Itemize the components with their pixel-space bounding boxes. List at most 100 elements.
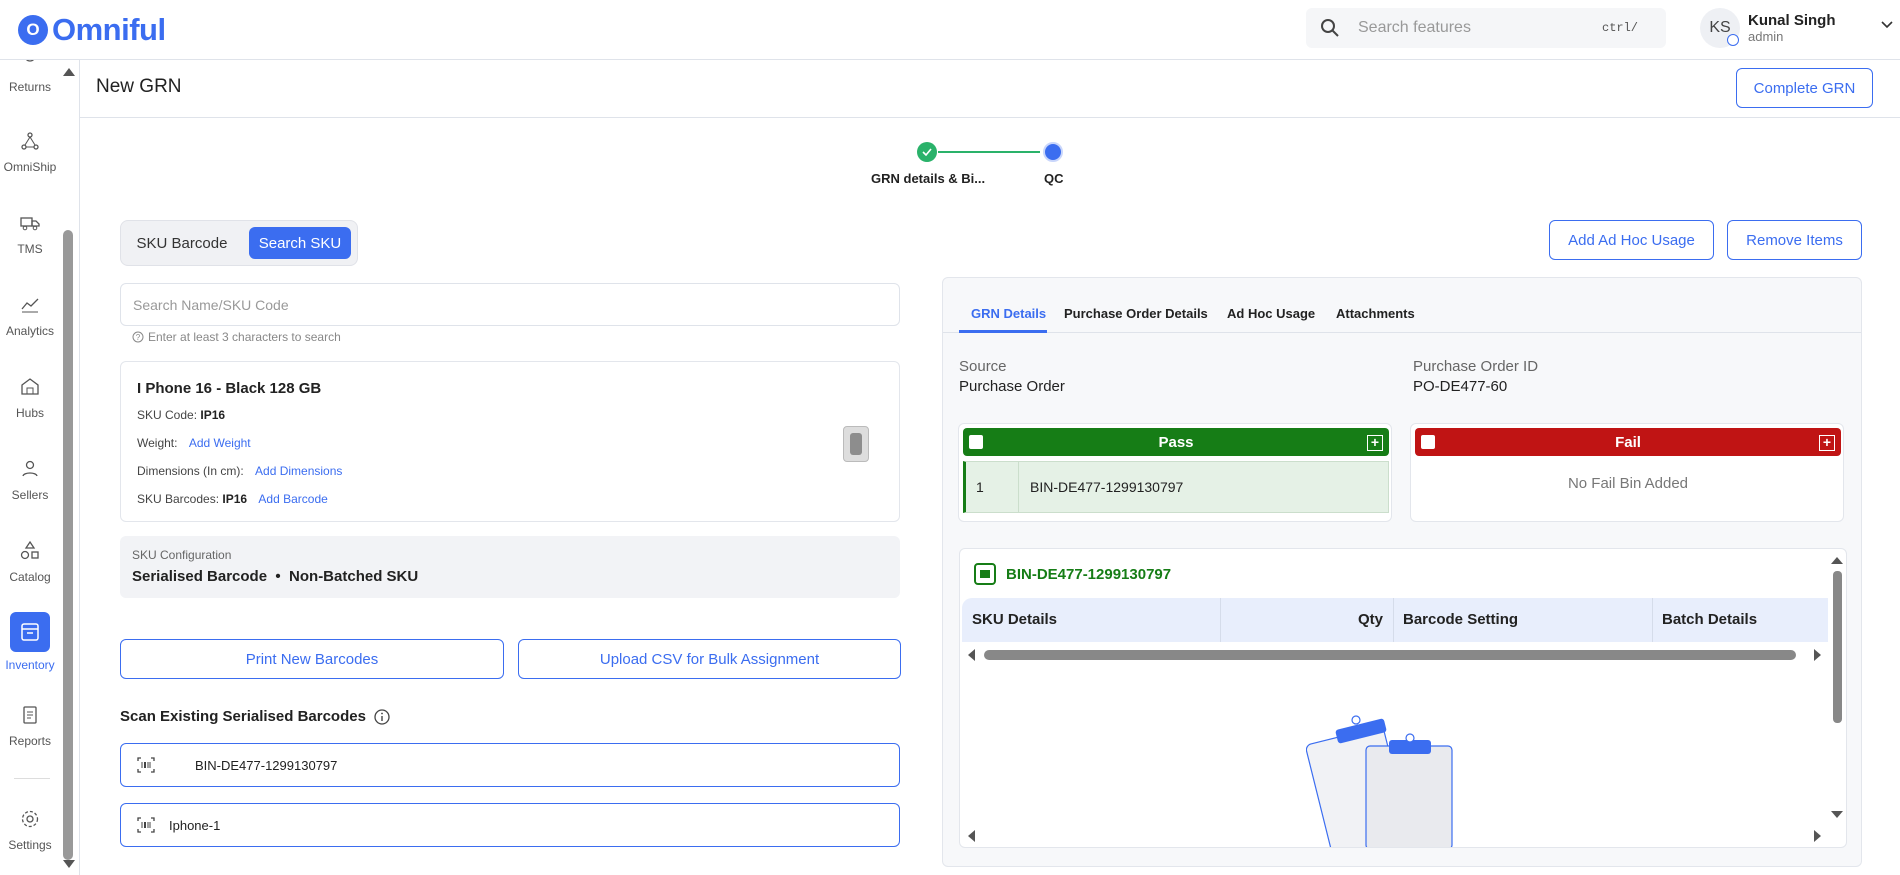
remove-items-button[interactable]: Remove Items (1727, 220, 1862, 260)
po-id-label: Purchase Order ID (1413, 358, 1539, 375)
barcode-scan-icon (137, 817, 155, 833)
complete-grn-button[interactable]: Complete GRN (1736, 68, 1873, 108)
step-label-qc: QC (1044, 171, 1064, 186)
fail-bin-box: Fail + No Fail Bin Added (1410, 423, 1844, 522)
step-done-icon[interactable] (917, 142, 937, 162)
add-pass-bin-icon[interactable]: + (1367, 435, 1383, 451)
logo-text: Omniful (52, 12, 166, 47)
bin-items-table-header: SKU Details Qty Barcode Setting Batch De… (962, 598, 1828, 642)
sidebar: Returns OmniShip TMS Analytics Hubs Sell… (0, 60, 80, 875)
tab-grn-details[interactable]: GRN Details (971, 306, 1046, 321)
scanned-barcode-value: BIN-DE477-1299130797 (195, 757, 338, 773)
sidebar-item-label: TMS (17, 242, 43, 256)
fail-bin-header: Fail + (1415, 428, 1841, 456)
sku-name: I Phone 16 - Black 128 GB (137, 380, 322, 397)
grn-detail-panel: GRN Details Purchase Order Details Ad Ho… (942, 277, 1862, 867)
user-name: Kunal Singh (1748, 12, 1836, 29)
page-title: New GRN (96, 76, 182, 97)
tab-search-sku[interactable]: Search SKU (249, 227, 351, 259)
pass-bin-row[interactable]: 1 BIN-DE477-1299130797 (963, 461, 1389, 513)
sidebar-item-label: Catalog (9, 570, 51, 584)
sidebar-item-label: Settings (8, 838, 52, 852)
tab-purchase-order-details[interactable]: Purchase Order Details (1064, 306, 1208, 321)
add-ad-hoc-usage-button[interactable]: Add Ad Hoc Usage (1549, 220, 1714, 260)
add-dimensions-link[interactable]: Add Dimensions (255, 464, 342, 478)
sku-mode-toggle: SKU Barcode Search SKU (120, 220, 358, 266)
sidebar-item-catalog[interactable]: Catalog (0, 540, 60, 584)
sku-config-value: Serialised Barcode • Non-Batched SKU (132, 568, 418, 585)
feature-search: ctrl/ (1306, 8, 1666, 48)
sidebar-item-reports[interactable]: Reports (0, 704, 60, 748)
analytics-icon (21, 298, 39, 313)
user-menu[interactable]: KS Kunal Singh admin (1700, 8, 1836, 48)
table-horizontal-scrollbar[interactable] (984, 650, 1796, 660)
inventory-icon (21, 623, 39, 641)
scroll-right-icon[interactable] (1814, 649, 1821, 661)
sku-dimensions-row: Dimensions (In cm): Add Dimensions (137, 464, 342, 478)
sku-search-input[interactable] (120, 283, 900, 326)
sku-barcodes-row: SKU Barcodes: IP16 Add Barcode (137, 492, 328, 506)
sku-weight-row: Weight: Add Weight (137, 436, 251, 450)
bottom-scroll-left-icon[interactable] (968, 830, 975, 842)
step-current-icon[interactable] (1043, 142, 1063, 162)
sidebar-item-label: Returns (8, 80, 52, 94)
add-fail-bin-icon[interactable]: + (1819, 435, 1835, 451)
scan-barcode-field[interactable]: Iphone-1 (120, 803, 900, 847)
sidebar-scroll-up-icon[interactable] (63, 68, 75, 76)
feature-search-input[interactable] (1358, 19, 1598, 37)
bin-detail-title: BIN-DE477-1299130797 (974, 563, 1171, 585)
print-new-barcodes-button[interactable]: Print New Barcodes (120, 639, 504, 679)
col-sku-details: SKU Details (972, 611, 1058, 628)
sku-config-serialised: Serialised Barcode (132, 568, 268, 585)
scroll-left-icon[interactable] (968, 649, 975, 661)
barcode-scan-icon (137, 757, 155, 773)
sidebar-scroll-down-icon[interactable] (63, 860, 75, 868)
omniship-icon (21, 132, 39, 150)
add-barcode-link[interactable]: Add Barcode (258, 492, 327, 506)
sku-dimensions-label: Dimensions (In cm): (137, 464, 244, 478)
empty-clipboard-illustration (1306, 715, 1453, 847)
search-icon (1321, 19, 1339, 37)
avatar[interactable]: KS (1700, 8, 1740, 48)
sidebar-item-sellers[interactable]: Sellers (0, 458, 60, 502)
report-icon (23, 706, 37, 724)
scroll-down-icon[interactable] (1831, 811, 1843, 818)
user-role: admin (1748, 29, 1784, 44)
tab-ad-hoc-usage[interactable]: Ad Hoc Usage (1227, 306, 1315, 321)
sidebar-item-label: Reports (8, 734, 52, 748)
sidebar-item-label: Hubs (15, 406, 44, 420)
sidebar-item-returns[interactable]: Returns (0, 60, 60, 94)
bottom-scroll-right-icon[interactable] (1814, 830, 1821, 842)
sidebar-item-settings[interactable]: Settings (0, 808, 60, 852)
fail-title: Fail (1615, 433, 1641, 451)
sidebar-item-label: OmniShip (3, 160, 57, 174)
sidebar-divider (14, 778, 50, 779)
scan-section-title-text: Scan Existing Serialised Barcodes (120, 708, 366, 725)
sidebar-item-analytics[interactable]: Analytics (0, 294, 60, 338)
tab-attachments[interactable]: Attachments (1336, 306, 1415, 321)
omniful-logo[interactable]: O Omniful (18, 12, 166, 48)
add-weight-link[interactable]: Add Weight (189, 436, 251, 450)
bin-icon (969, 435, 983, 449)
sidebar-item-tms[interactable]: TMS (0, 212, 60, 256)
chevron-down-icon[interactable] (1880, 20, 1894, 30)
bin-detail-code: BIN-DE477-1299130797 (1006, 565, 1172, 583)
sidebar-scrollbar[interactable] (63, 230, 73, 860)
sidebar-item-omniship[interactable]: OmniShip (0, 130, 60, 174)
sidebar-item-inventory[interactable]: Inventory (0, 612, 60, 672)
sidebar-item-label: Sellers (11, 488, 49, 502)
scroll-up-icon[interactable] (1831, 557, 1843, 564)
sidebar-item-hubs[interactable]: Hubs (0, 376, 60, 420)
info-icon[interactable] (374, 708, 390, 725)
logo-mark-icon: O (18, 15, 48, 45)
tab-sku-barcode[interactable]: SKU Barcode (127, 227, 237, 259)
col-qty: Qty (1358, 611, 1384, 628)
table-vertical-scrollbar[interactable] (1833, 571, 1842, 723)
upload-csv-button[interactable]: Upload CSV for Bulk Assignment (518, 639, 901, 679)
sku-code-label: SKU Code: (137, 408, 198, 422)
col-barcode-setting: Barcode Setting (1403, 611, 1519, 628)
search-shortcut: ctrl/ (1602, 21, 1639, 35)
sku-configuration: SKU Configuration Serialised Barcode • N… (120, 536, 900, 598)
sku-weight-label: Weight: (137, 436, 178, 450)
scan-barcode-field[interactable]: BIN-DE477-1299130797 (120, 743, 900, 787)
